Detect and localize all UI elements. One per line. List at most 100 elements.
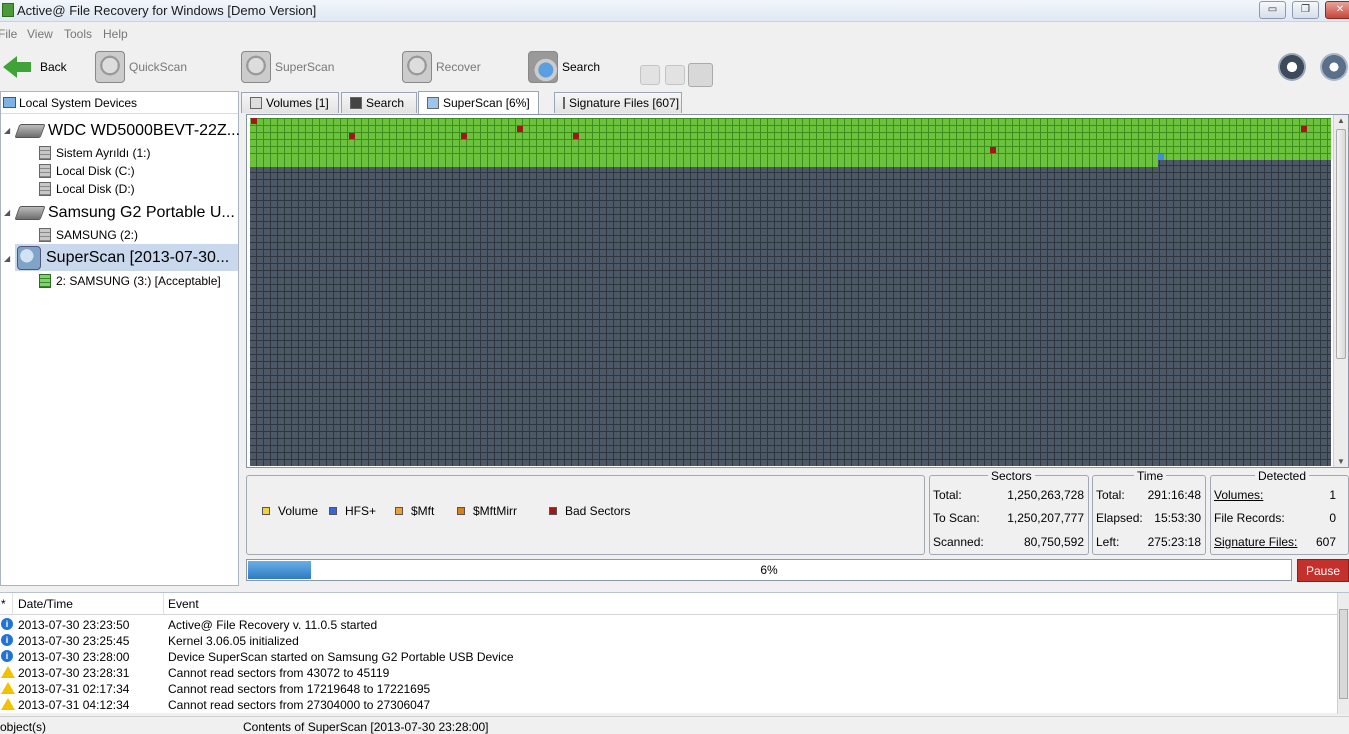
legend-swatch (549, 507, 557, 515)
volumes-tab-icon (250, 97, 262, 109)
back-button[interactable]: Back (3, 50, 67, 84)
green-volume-icon (39, 274, 51, 288)
close-button[interactable]: ✕ (1325, 1, 1349, 19)
gear-icon[interactable] (1320, 53, 1348, 81)
bad-sector-cell (1301, 126, 1307, 132)
tree-item-sistem-ayrildi[interactable]: Sistem Ayrıldı (1:) (39, 145, 150, 161)
legend-label: HFS+ (345, 504, 377, 518)
status-contents: Contents of SuperScan [2013-07-30 23:28:… (243, 720, 489, 734)
scroll-thumb[interactable] (1336, 129, 1346, 359)
tab-signature-files[interactable]: Signature Files [607] (554, 92, 682, 113)
log-scrollbar[interactable] (1337, 593, 1349, 714)
log-event: Active@ File Recovery v. 11.0.5 started (168, 618, 378, 632)
signature-files-tab-icon (563, 97, 565, 109)
time-left-label: Left: (1096, 535, 1120, 549)
tree-item-samsung-3[interactable]: 2: SAMSUNG (3:) [Acceptable] (39, 273, 221, 289)
sectors-scanned-value: 80,750,592 (1023, 535, 1084, 549)
detected-volumes-value: 1 (1329, 488, 1336, 502)
log-row[interactable]: i 2013-07-30 23:25:45 Kernel 3.06.05 ini… (0, 633, 1338, 649)
column-separator (12, 593, 13, 615)
tree-item-label: WDC WD5000BEVT-22Z... (48, 122, 241, 139)
info-icon[interactable] (1278, 53, 1306, 81)
app-icon (2, 3, 14, 17)
tab-search[interactable]: Search (341, 92, 417, 113)
bad-sector-cell (990, 147, 996, 153)
superscan-tab-icon (427, 97, 439, 109)
recover-button[interactable]: Recover (402, 50, 481, 84)
sectors-toscan-value: 1,250,207,777 (1007, 511, 1084, 525)
tree-item-label: 2: SAMSUNG (3:) [Acceptable] (56, 274, 221, 288)
sectors-total-value: 1,250,263,728 (1007, 488, 1084, 502)
expander-icon[interactable]: ◢ (4, 254, 10, 263)
log-row[interactable]: 2013-07-31 04:12:34 Cannot read sectors … (0, 697, 1338, 713)
search-button[interactable]: Search (528, 50, 600, 84)
minimize-button[interactable]: ▭ (1259, 1, 1286, 19)
tab-superscan[interactable]: SuperScan [6%] (418, 91, 539, 114)
log-row[interactable]: 2013-07-31 02:17:34 Cannot read sectors … (0, 681, 1338, 697)
tree-item-local-disk-d[interactable]: Local Disk (D:) (39, 181, 135, 197)
quickscan-label: QuickScan (129, 60, 188, 74)
time-group: Time Total: 291:16:48 Elapsed: 15:53:30 … (1092, 469, 1206, 555)
sectors-toscan-row: To Scan: 1,250,207,777 (933, 511, 1084, 525)
legend-mft: $Mft (395, 504, 434, 518)
log-row[interactable]: i 2013-07-30 23:23:50 Active@ File Recov… (0, 617, 1338, 633)
time-left-value: 275:23:18 (1147, 535, 1201, 549)
time-total-label: Total: (1096, 488, 1125, 502)
tree-item-superscan[interactable]: SuperScan [2013-07-30... (15, 244, 238, 271)
quickscan-icon (95, 51, 125, 83)
search-tab-icon (350, 97, 362, 109)
horizontal-splitter[interactable] (0, 586, 1349, 591)
sector-map-scrollbar[interactable]: ▲ ▼ (1333, 115, 1348, 467)
log-column-datetime[interactable]: Date/Time (18, 597, 73, 611)
legend-label: Volume (278, 504, 319, 518)
log-datetime: 2013-07-30 23:23:50 (18, 618, 130, 632)
disk-remove-icon[interactable] (665, 65, 685, 85)
detected-signature-link[interactable]: Signature Files: (1214, 535, 1297, 549)
tab-volumes[interactable]: Volumes [1] (241, 92, 339, 113)
device-tree-header: Local System Devices (1, 92, 238, 114)
legend-swatch (395, 507, 403, 515)
expander-icon[interactable]: ◢ (4, 208, 10, 217)
bad-sector-cell (573, 133, 579, 139)
legend-mftmirr: $MftMirr (457, 504, 517, 518)
pause-button[interactable]: Pause (1297, 559, 1349, 582)
menu-file[interactable]: File (0, 27, 17, 41)
log-scroll-thumb[interactable] (1339, 609, 1348, 699)
detected-volumes-link[interactable]: Volumes: (1214, 488, 1263, 502)
expander-icon[interactable]: ◢ (4, 126, 10, 135)
disk-image-icon[interactable] (688, 63, 713, 87)
vertical-splitter[interactable] (239, 91, 243, 586)
tree-item-wdc-drive[interactable]: WDC WD5000BEVT-22Z... (14, 120, 241, 142)
scan-progress-bar: 6% (246, 559, 1292, 581)
log-row[interactable]: 2013-07-30 23:28:31 Cannot read sectors … (0, 665, 1338, 681)
menu-tools[interactable]: Tools (64, 27, 92, 41)
tree-item-samsung-drive[interactable]: Samsung G2 Portable U... (14, 202, 235, 224)
log-datetime: 2013-07-31 04:12:34 (18, 698, 130, 712)
log-datetime: 2013-07-30 23:25:45 (18, 634, 130, 648)
log-column-marker[interactable]: * (1, 597, 6, 611)
scroll-up-icon[interactable]: ▲ (1337, 116, 1345, 125)
progress-percent: 6% (760, 563, 778, 577)
warning-icon (1, 666, 15, 678)
tab-label: Signature Files [607] (569, 96, 680, 110)
log-header: * Date/Time Event (0, 593, 1338, 615)
detected-records-label: File Records: (1214, 511, 1285, 525)
bad-sector-cell (517, 126, 523, 132)
sectors-scanned-label: Scanned: (933, 535, 984, 549)
superscan-sector-map: ▲ ▼ (246, 114, 1349, 468)
tree-item-label: Samsung G2 Portable U... (48, 204, 235, 221)
disk-check-icon[interactable] (640, 65, 660, 85)
device-tree-panel: Local System Devices ◢ WDC WD5000BEVT-22… (0, 91, 241, 586)
menu-help[interactable]: Help (103, 27, 128, 41)
log-row[interactable]: i 2013-07-30 23:28:00 Device SuperScan s… (0, 649, 1338, 665)
log-column-event[interactable]: Event (168, 597, 199, 611)
quickscan-button[interactable]: QuickScan (95, 50, 187, 84)
menu-view[interactable]: View (27, 27, 53, 41)
detected-volumes-row: Volumes: 1 (1214, 488, 1336, 502)
scroll-down-icon[interactable]: ▼ (1337, 457, 1345, 466)
tree-item-local-disk-c[interactable]: Local Disk (C:) (39, 163, 135, 179)
restore-button[interactable]: ❐ (1292, 1, 1319, 19)
tree-item-samsung-2[interactable]: SAMSUNG (2:) (39, 227, 138, 243)
detected-group: Detected Volumes: 1 File Records: 0 Sign… (1210, 469, 1349, 555)
superscan-button[interactable]: SuperScan (241, 50, 334, 84)
